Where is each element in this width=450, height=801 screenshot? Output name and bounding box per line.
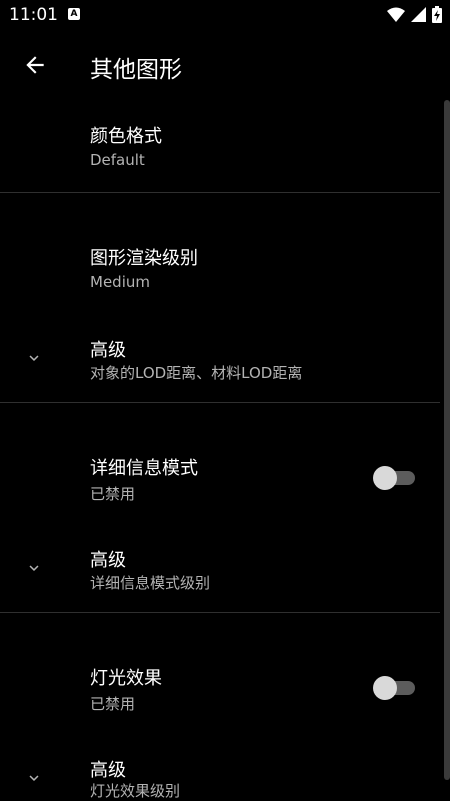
- chevron-down-icon: [29, 775, 39, 781]
- advanced-detail-expander[interactable]: 高级 详细信息模式级别: [0, 532, 440, 610]
- switch-thumb: [373, 676, 397, 700]
- wifi-icon: [387, 7, 405, 22]
- setting-color-format[interactable]: 颜色格式 Default: [0, 105, 440, 191]
- setting-render-level[interactable]: 图形渲染级别 Medium: [0, 228, 440, 308]
- status-bar: 11:01 A: [0, 0, 450, 30]
- chevron-down-icon: [29, 355, 39, 361]
- setting-title: 颜色格式: [90, 126, 162, 147]
- setting-title: 详细信息模式: [90, 458, 198, 479]
- scrollbar[interactable]: [444, 100, 450, 780]
- advanced-lighting-expander[interactable]: 高级 灯光效果级别: [0, 742, 440, 800]
- divider: [0, 612, 440, 613]
- setting-value: 已禁用: [90, 695, 136, 713]
- lighting-switch[interactable]: [373, 675, 417, 700]
- setting-title: 高级: [90, 550, 126, 571]
- battery-charging-icon: [432, 6, 442, 23]
- notification-icon: A: [68, 8, 80, 20]
- setting-title: 高级: [90, 340, 126, 361]
- detail-mode-switch[interactable]: [373, 465, 417, 490]
- switch-thumb: [373, 466, 397, 490]
- status-time: 11:01: [9, 5, 58, 25]
- divider: [0, 402, 440, 403]
- app-bar: 其他图形: [0, 30, 450, 102]
- status-icons: [387, 6, 442, 23]
- setting-title: 图形渲染级别: [90, 248, 198, 269]
- setting-value: 灯光效果级别: [90, 782, 181, 800]
- chevron-down-icon: [29, 565, 39, 571]
- setting-title: 灯光效果: [90, 668, 162, 689]
- setting-title: 高级: [90, 760, 126, 781]
- signal-icon: [411, 7, 426, 22]
- setting-value: Default: [90, 151, 145, 169]
- setting-value: 详细信息模式级别: [90, 574, 211, 592]
- page-title: 其他图形: [90, 57, 182, 83]
- arrow-left-icon[interactable]: [22, 52, 48, 78]
- setting-lighting[interactable]: 灯光效果 已禁用: [0, 648, 440, 728]
- setting-detail-mode[interactable]: 详细信息模式 已禁用: [0, 438, 440, 518]
- setting-value: 对象的LOD距离、材料LOD距离: [90, 364, 303, 382]
- setting-value: 已禁用: [90, 485, 136, 503]
- setting-value: Medium: [90, 273, 150, 291]
- divider: [0, 192, 440, 193]
- advanced-lod-expander[interactable]: 高级 对象的LOD距离、材料LOD距离: [0, 322, 440, 400]
